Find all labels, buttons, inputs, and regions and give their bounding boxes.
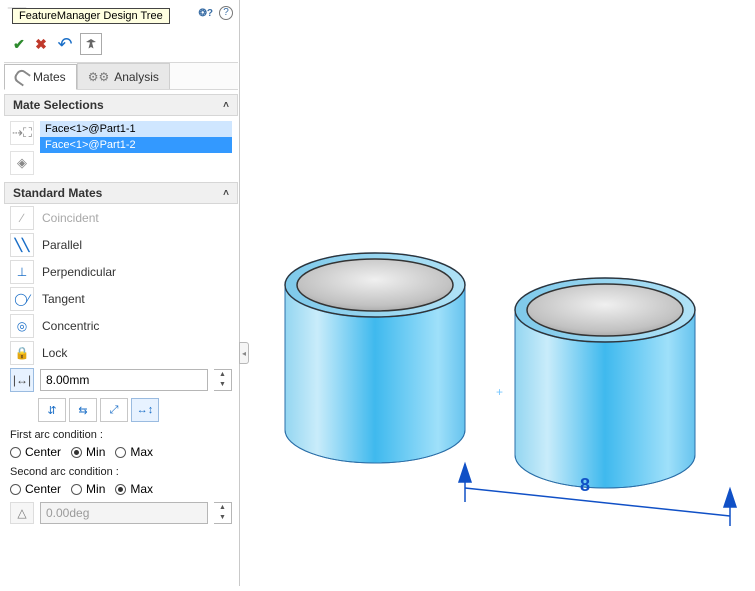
- mate-label: Coincident: [42, 211, 99, 225]
- distance-spinner[interactable]: ▲▼: [214, 369, 232, 391]
- second-arc-condition: Center Min Max: [4, 478, 238, 500]
- perpendicular-icon: ⊥: [10, 260, 34, 284]
- undo-button[interactable]: ↶: [54, 33, 76, 55]
- chevron-up-icon[interactable]: ▲: [214, 503, 231, 513]
- second-arc-min[interactable]: Min: [71, 482, 105, 496]
- second-arc-label: Second arc condition :: [4, 463, 238, 478]
- section-title: Standard Mates: [13, 186, 102, 200]
- tooltip: FeatureManager Design Tree: [12, 8, 170, 24]
- section-header-standard-mates[interactable]: Standard Mates ˄: [4, 182, 238, 204]
- 3d-scene: [240, 0, 755, 586]
- section-header-mate-selections[interactable]: Mate Selections ˄: [4, 94, 238, 116]
- tab-analysis[interactable]: ⚙⚙ Analysis: [77, 63, 170, 89]
- ok-button[interactable]: ✔: [10, 35, 28, 53]
- coincident-icon: ∕: [10, 206, 34, 230]
- chevron-down-icon[interactable]: ▼: [214, 380, 231, 390]
- tangent-icon: ◯⁄: [10, 287, 34, 311]
- first-arc-condition: Center Min Max: [4, 441, 238, 463]
- mate-concentric[interactable]: ◎ Concentric: [4, 312, 238, 339]
- radio-label: Min: [86, 482, 105, 496]
- property-panel: ⎯⎯⎯ ❂? ? FeatureManager Design Tree ✔ ✖ …: [2, 0, 240, 586]
- mate-lock[interactable]: 🔒 Lock: [4, 339, 238, 366]
- chevron-up-icon: ˄: [223, 188, 229, 199]
- distance-icon[interactable]: |↔|: [10, 368, 34, 392]
- selection-list[interactable]: Face<1>@Part1-1 Face<1>@Part1-2: [40, 121, 232, 167]
- mate-label: Perpendicular: [42, 265, 116, 279]
- mate-distance: |↔| 8.00mm ▲▼: [4, 366, 238, 394]
- gears-icon: ⚙⚙: [88, 70, 110, 84]
- flip-dimension-3[interactable]: ⤢: [100, 398, 128, 422]
- multi-mate-icon[interactable]: ◈: [10, 151, 34, 175]
- first-arc-center[interactable]: Center: [10, 445, 61, 459]
- context-help-icon[interactable]: ❂?: [199, 8, 214, 19]
- angle-input: 0.00deg: [40, 502, 208, 524]
- cylinder-part-2[interactable]: [515, 278, 695, 488]
- radio-label: Center: [25, 445, 61, 459]
- concentric-icon: ◎: [10, 314, 34, 338]
- entity-selector-icon[interactable]: ⇢⛶: [10, 121, 34, 145]
- help-icon[interactable]: ?: [219, 6, 233, 20]
- mate-coincident[interactable]: ∕ Coincident: [4, 204, 238, 231]
- radio-label: Min: [86, 445, 105, 459]
- distance-input[interactable]: 8.00mm: [40, 369, 208, 391]
- chevron-down-icon[interactable]: ▼: [214, 513, 231, 523]
- cancel-button[interactable]: ✖: [32, 35, 50, 53]
- mate-parallel[interactable]: ╲╲ Parallel: [4, 231, 238, 258]
- panel-resize-grip[interactable]: ◂: [239, 342, 249, 364]
- chevron-up-icon: ˄: [223, 100, 229, 111]
- mate-perpendicular[interactable]: ⊥ Perpendicular: [4, 258, 238, 285]
- mate-label: Parallel: [42, 238, 82, 252]
- dimension-value[interactable]: 8: [580, 475, 590, 496]
- tab-mates-label: Mates: [33, 70, 66, 84]
- mate-label: Tangent: [42, 292, 85, 306]
- flip-dimension-1[interactable]: ⇵: [38, 398, 66, 422]
- selection-item-1[interactable]: Face<1>@Part1-1: [40, 121, 232, 137]
- radio-label: Center: [25, 482, 61, 496]
- selection-item-2[interactable]: Face<1>@Part1-2: [40, 137, 232, 153]
- second-arc-max[interactable]: Max: [115, 482, 153, 496]
- second-arc-center[interactable]: Center: [10, 482, 61, 496]
- mate-label: Concentric: [42, 319, 99, 333]
- section-title: Mate Selections: [13, 98, 104, 112]
- mate-tangent[interactable]: ◯⁄ Tangent: [4, 285, 238, 312]
- pin-icon: [86, 39, 96, 49]
- angle-spinner[interactable]: ▲▼: [214, 502, 232, 524]
- lock-icon: 🔒: [10, 341, 34, 365]
- first-arc-label: First arc condition :: [4, 426, 238, 441]
- tab-mates[interactable]: Mates: [4, 64, 77, 90]
- mate-angle: △ 0.00deg ▲▼: [4, 500, 238, 526]
- parallel-icon: ╲╲: [10, 233, 34, 257]
- radio-label: Max: [130, 445, 153, 459]
- tab-bar: Mates ⚙⚙ Analysis: [4, 62, 238, 90]
- first-arc-max[interactable]: Max: [115, 445, 153, 459]
- flip-dimension-4[interactable]: ↔↕: [131, 398, 159, 422]
- tab-analysis-label: Analysis: [114, 70, 159, 84]
- paperclip-icon: [12, 68, 31, 87]
- angle-icon[interactable]: △: [10, 502, 34, 524]
- flip-dimension-2[interactable]: ⇆: [69, 398, 97, 422]
- chevron-up-icon[interactable]: ▲: [214, 370, 231, 380]
- first-arc-min[interactable]: Min: [71, 445, 105, 459]
- cylinder-part-1[interactable]: [285, 253, 465, 463]
- mate-label: Lock: [42, 346, 67, 360]
- origin-marker: +: [496, 385, 503, 399]
- flip-buttons-row: ⇵ ⇆ ⤢ ↔↕: [4, 394, 238, 426]
- pin-button[interactable]: [80, 33, 102, 55]
- 3d-viewport[interactable]: [240, 0, 755, 586]
- radio-label: Max: [130, 482, 153, 496]
